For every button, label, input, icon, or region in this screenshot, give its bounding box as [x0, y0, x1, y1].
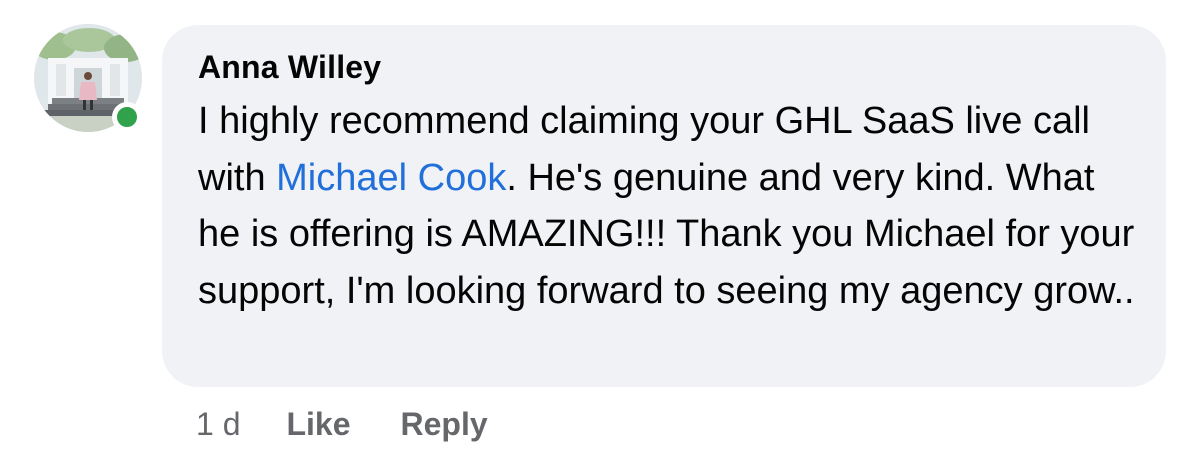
like-button[interactable]: Like: [286, 406, 350, 443]
comment-author-name[interactable]: Anna Willey: [198, 47, 1136, 87]
online-status-indicator: [112, 102, 142, 132]
comment-bubble: Anna Willey I highly recommend claiming …: [162, 25, 1166, 387]
comment-text: I highly recommend claiming your GHL Saa…: [198, 93, 1136, 319]
comment-timestamp[interactable]: 1 d: [196, 406, 240, 443]
reply-button[interactable]: Reply: [401, 406, 488, 443]
comment-actions: 1 d Like Reply: [196, 402, 538, 446]
mention-link[interactable]: Michael Cook: [276, 157, 506, 199]
avatar-container[interactable]: [34, 24, 146, 136]
